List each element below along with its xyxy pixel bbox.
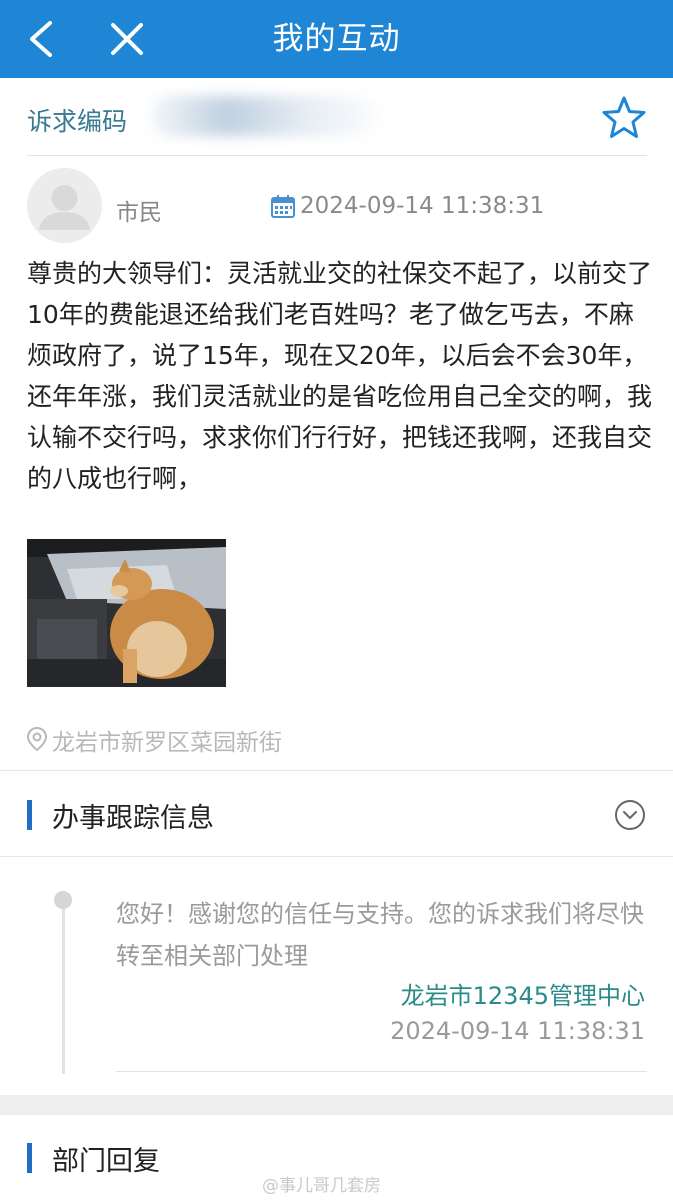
post-location: 龙岩市新罗区菜园新街 (52, 730, 282, 756)
favorite-button[interactable] (600, 94, 648, 142)
section-separator (0, 1095, 673, 1115)
divider (27, 155, 647, 156)
attached-photo[interactable] (27, 539, 226, 687)
tracking-toggle-button[interactable] (614, 799, 646, 831)
star-outline-icon (602, 96, 646, 138)
post-content: 尊贵的大领导们：灵活就业交的社保交不起了，以前交了10年的费能退还给我们老百姓吗… (27, 259, 653, 493)
author-name: 市民 (116, 200, 162, 226)
close-icon (111, 23, 143, 55)
watermark: @事儿哥几套房 (262, 1176, 381, 1196)
appeal-code-redacted (150, 96, 380, 136)
timeline-dot (54, 891, 72, 909)
location-pin-icon (26, 726, 48, 752)
timeline-line (62, 909, 65, 1074)
top-navigation-bar: 我的互动 (0, 0, 673, 78)
dog-in-car-image (27, 539, 226, 687)
divider (0, 856, 673, 857)
chevron-down-circle-icon (615, 800, 645, 830)
section-accent-bar (27, 800, 32, 830)
department-reply-title: 部门回复 (52, 1146, 160, 1177)
back-button[interactable] (6, 0, 76, 78)
tracking-section-title: 办事跟踪信息 (52, 803, 214, 834)
appeal-code-label: 诉求编码 (27, 107, 128, 136)
tracking-datetime: 2024-09-14 11:38:31 (390, 1017, 645, 1045)
avatar (27, 168, 102, 243)
tracking-message: 您好！感谢您的信任与支持。您的诉求我们将尽快转至相关部门处理 (116, 900, 644, 970)
post-datetime: 2024-09-14 11:38:31 (300, 193, 545, 219)
divider (0, 770, 673, 771)
calendar-icon (271, 195, 295, 218)
tracking-organization: 龙岩市12345管理中心 (400, 982, 645, 1010)
user-placeholder-icon (39, 185, 90, 230)
chevron-left-icon (30, 21, 52, 57)
close-button[interactable] (92, 0, 162, 78)
section-accent-bar (27, 1143, 32, 1173)
appeal-code-row: 诉求编码 (0, 78, 673, 156)
divider (116, 1071, 647, 1072)
